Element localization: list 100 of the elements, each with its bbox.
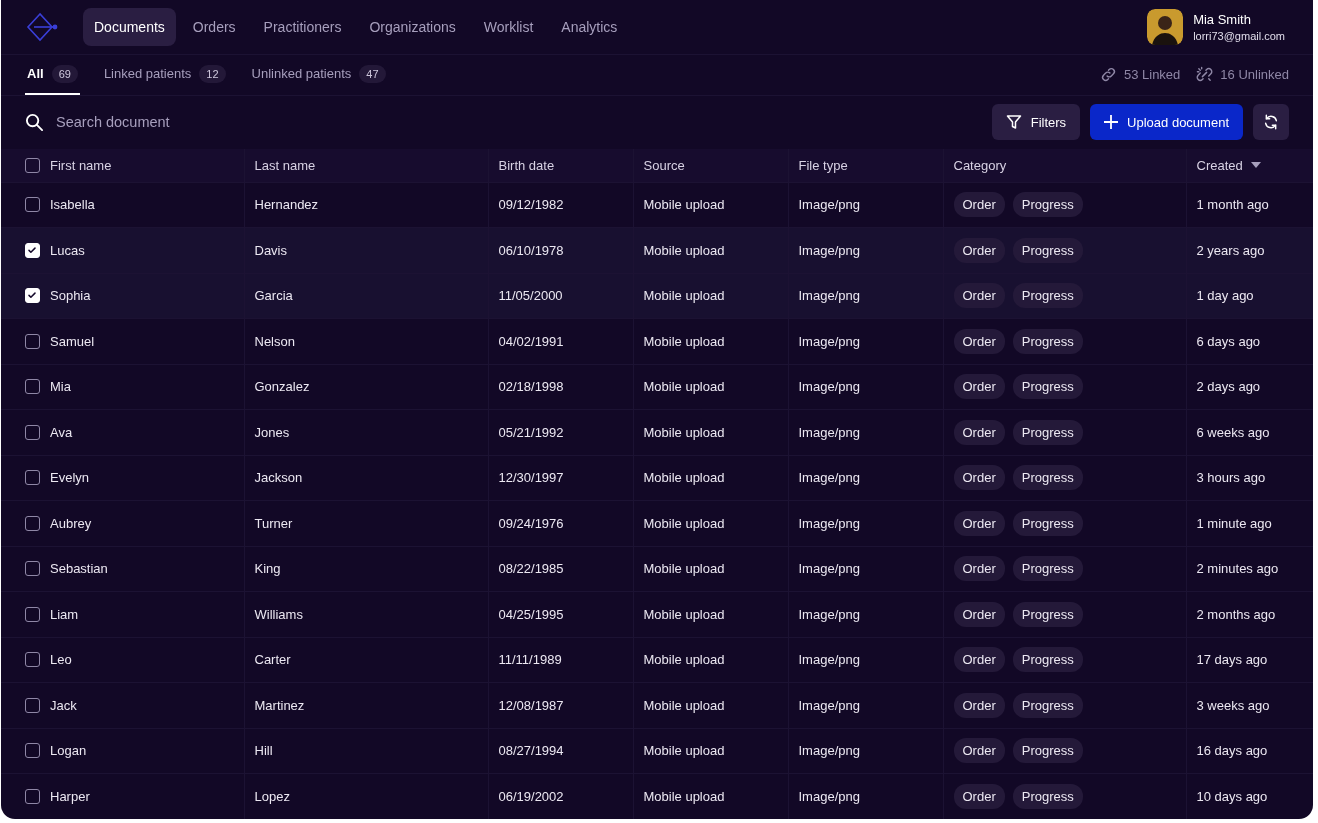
- select-all-checkbox[interactable]: [25, 157, 40, 173]
- row-checkbox[interactable]: [25, 697, 40, 713]
- table-cell: Ava: [50, 424, 73, 440]
- row-checkbox[interactable]: [25, 652, 40, 668]
- row-checkbox[interactable]: [25, 197, 40, 213]
- row-checkbox[interactable]: [25, 379, 40, 395]
- table-cell: Davis: [254, 242, 287, 258]
- nav-item[interactable]: Orders: [181, 7, 247, 46]
- row-checkbox[interactable]: [25, 424, 40, 440]
- table-cell: 08/22/1985: [498, 561, 564, 577]
- table-cell: Logan: [50, 743, 87, 759]
- tab[interactable]: All 69: [25, 54, 80, 95]
- table-cell: Image/png: [798, 288, 860, 304]
- column-header[interactable]: Created: [1196, 157, 1243, 173]
- category-tag: Order: [953, 237, 1005, 263]
- category-tag: Order: [953, 465, 1005, 491]
- avatar[interactable]: [1147, 8, 1184, 45]
- row-checkbox[interactable]: [25, 561, 40, 577]
- row-checkbox[interactable]: [25, 333, 40, 349]
- table-cell: Mobile upload: [643, 379, 725, 395]
- category-tag: Order: [953, 283, 1005, 309]
- nav-item[interactable]: Worklist: [472, 7, 545, 46]
- table-cell: Mobile upload: [643, 789, 725, 804]
- refresh-button[interactable]: [1253, 104, 1289, 141]
- table-cell: Image/png: [798, 606, 860, 622]
- table-cell: Image/png: [798, 424, 860, 440]
- nav-item[interactable]: Documents: [83, 7, 176, 46]
- nav-item[interactable]: Practitioners: [252, 7, 353, 46]
- row-checkbox[interactable]: [25, 789, 40, 804]
- count-badge: 12: [199, 64, 226, 83]
- table-cell: Image/png: [798, 561, 860, 577]
- table-cell: Mobile upload: [643, 606, 725, 622]
- nav-item[interactable]: Organizations: [358, 7, 467, 46]
- row-checkbox[interactable]: [25, 515, 40, 531]
- table-cell: Mobile upload: [643, 424, 725, 440]
- count-badge: 69: [51, 64, 78, 83]
- refresh-icon: [1263, 114, 1279, 131]
- tab[interactable]: Linked patients 12: [101, 54, 228, 95]
- table-cell: Mobile upload: [643, 288, 725, 304]
- table-cell: Mia: [50, 379, 71, 395]
- table-cell: 16 days ago: [1196, 743, 1268, 759]
- table-cell: Image/png: [798, 197, 860, 213]
- table-cell: Williams: [254, 606, 303, 622]
- table-cell: 6 weeks ago: [1196, 424, 1270, 440]
- category-tag: Progress: [1012, 556, 1083, 582]
- tab[interactable]: Unlinked patients 47: [249, 54, 388, 95]
- table-cell: Aubrey: [50, 515, 92, 531]
- row-checkbox[interactable]: [25, 743, 40, 759]
- row-checkbox[interactable]: [25, 470, 40, 486]
- table-cell: Lopez: [254, 789, 290, 804]
- table-cell: 09/12/1982: [498, 197, 564, 213]
- category-tag: Order: [953, 692, 1005, 718]
- category-tag: Progress: [1012, 692, 1083, 718]
- column-header[interactable]: Last name: [254, 157, 316, 173]
- table-cell: 3 weeks ago: [1196, 697, 1270, 713]
- table-cell: Mobile upload: [643, 197, 725, 213]
- column-header[interactable]: File type: [798, 157, 848, 173]
- user-email: lorri73@gmail.com: [1193, 29, 1285, 42]
- table-cell: 3 hours ago: [1196, 470, 1266, 486]
- category-tag: Order: [953, 784, 1005, 809]
- category-tag: Order: [953, 374, 1005, 400]
- table-cell: 12/08/1987: [498, 697, 564, 713]
- table-cell: Lucas: [50, 242, 85, 258]
- table-cell: 2 minutes ago: [1196, 561, 1279, 577]
- table-cell: 12/30/1997: [498, 470, 564, 486]
- table-cell: Leo: [50, 652, 72, 668]
- table-cell: Image/png: [798, 470, 860, 486]
- category-tag: Progress: [1012, 237, 1083, 263]
- category-tag: Order: [953, 601, 1005, 627]
- link-icon: [1099, 66, 1117, 84]
- category-tag: Order: [953, 647, 1005, 673]
- table-cell: Image/png: [798, 697, 860, 713]
- nav-item[interactable]: Analytics: [550, 7, 629, 46]
- filters-button[interactable]: Filters: [991, 104, 1081, 141]
- table-cell: Gonzalez: [254, 379, 310, 395]
- table-cell: 2 years ago: [1196, 242, 1265, 258]
- upload-button[interactable]: Upload document: [1090, 104, 1243, 141]
- column-header[interactable]: Source: [643, 157, 685, 173]
- row-checkbox[interactable]: [25, 606, 40, 622]
- table-cell: 06/19/2002: [498, 789, 564, 804]
- table-cell: 11/11/1989: [498, 652, 562, 668]
- table-cell: 1 minute ago: [1196, 515, 1272, 531]
- table-cell: 1 day ago: [1196, 288, 1254, 304]
- table-cell: Garcia: [254, 288, 293, 304]
- sort-caret-icon[interactable]: [1250, 162, 1261, 168]
- column-header[interactable]: First name: [50, 157, 112, 173]
- category-tag: Progress: [1012, 328, 1083, 354]
- filter-icon: [1005, 114, 1022, 131]
- broken-link-icon: [1196, 66, 1214, 84]
- table-cell: Isabella: [50, 197, 95, 213]
- category-tag: Progress: [1012, 601, 1083, 627]
- table-cell: Image/png: [798, 379, 860, 395]
- table-cell: Hernandez: [254, 197, 319, 213]
- search-field[interactable]: Search document: [54, 113, 358, 132]
- table-cell: Martinez: [254, 697, 305, 713]
- category-tag: Progress: [1012, 784, 1083, 809]
- column-header[interactable]: Category: [953, 157, 1007, 173]
- column-header[interactable]: Birth date: [498, 157, 555, 173]
- category-tag: Progress: [1012, 192, 1083, 218]
- table-cell: 06/10/1978: [498, 242, 564, 258]
